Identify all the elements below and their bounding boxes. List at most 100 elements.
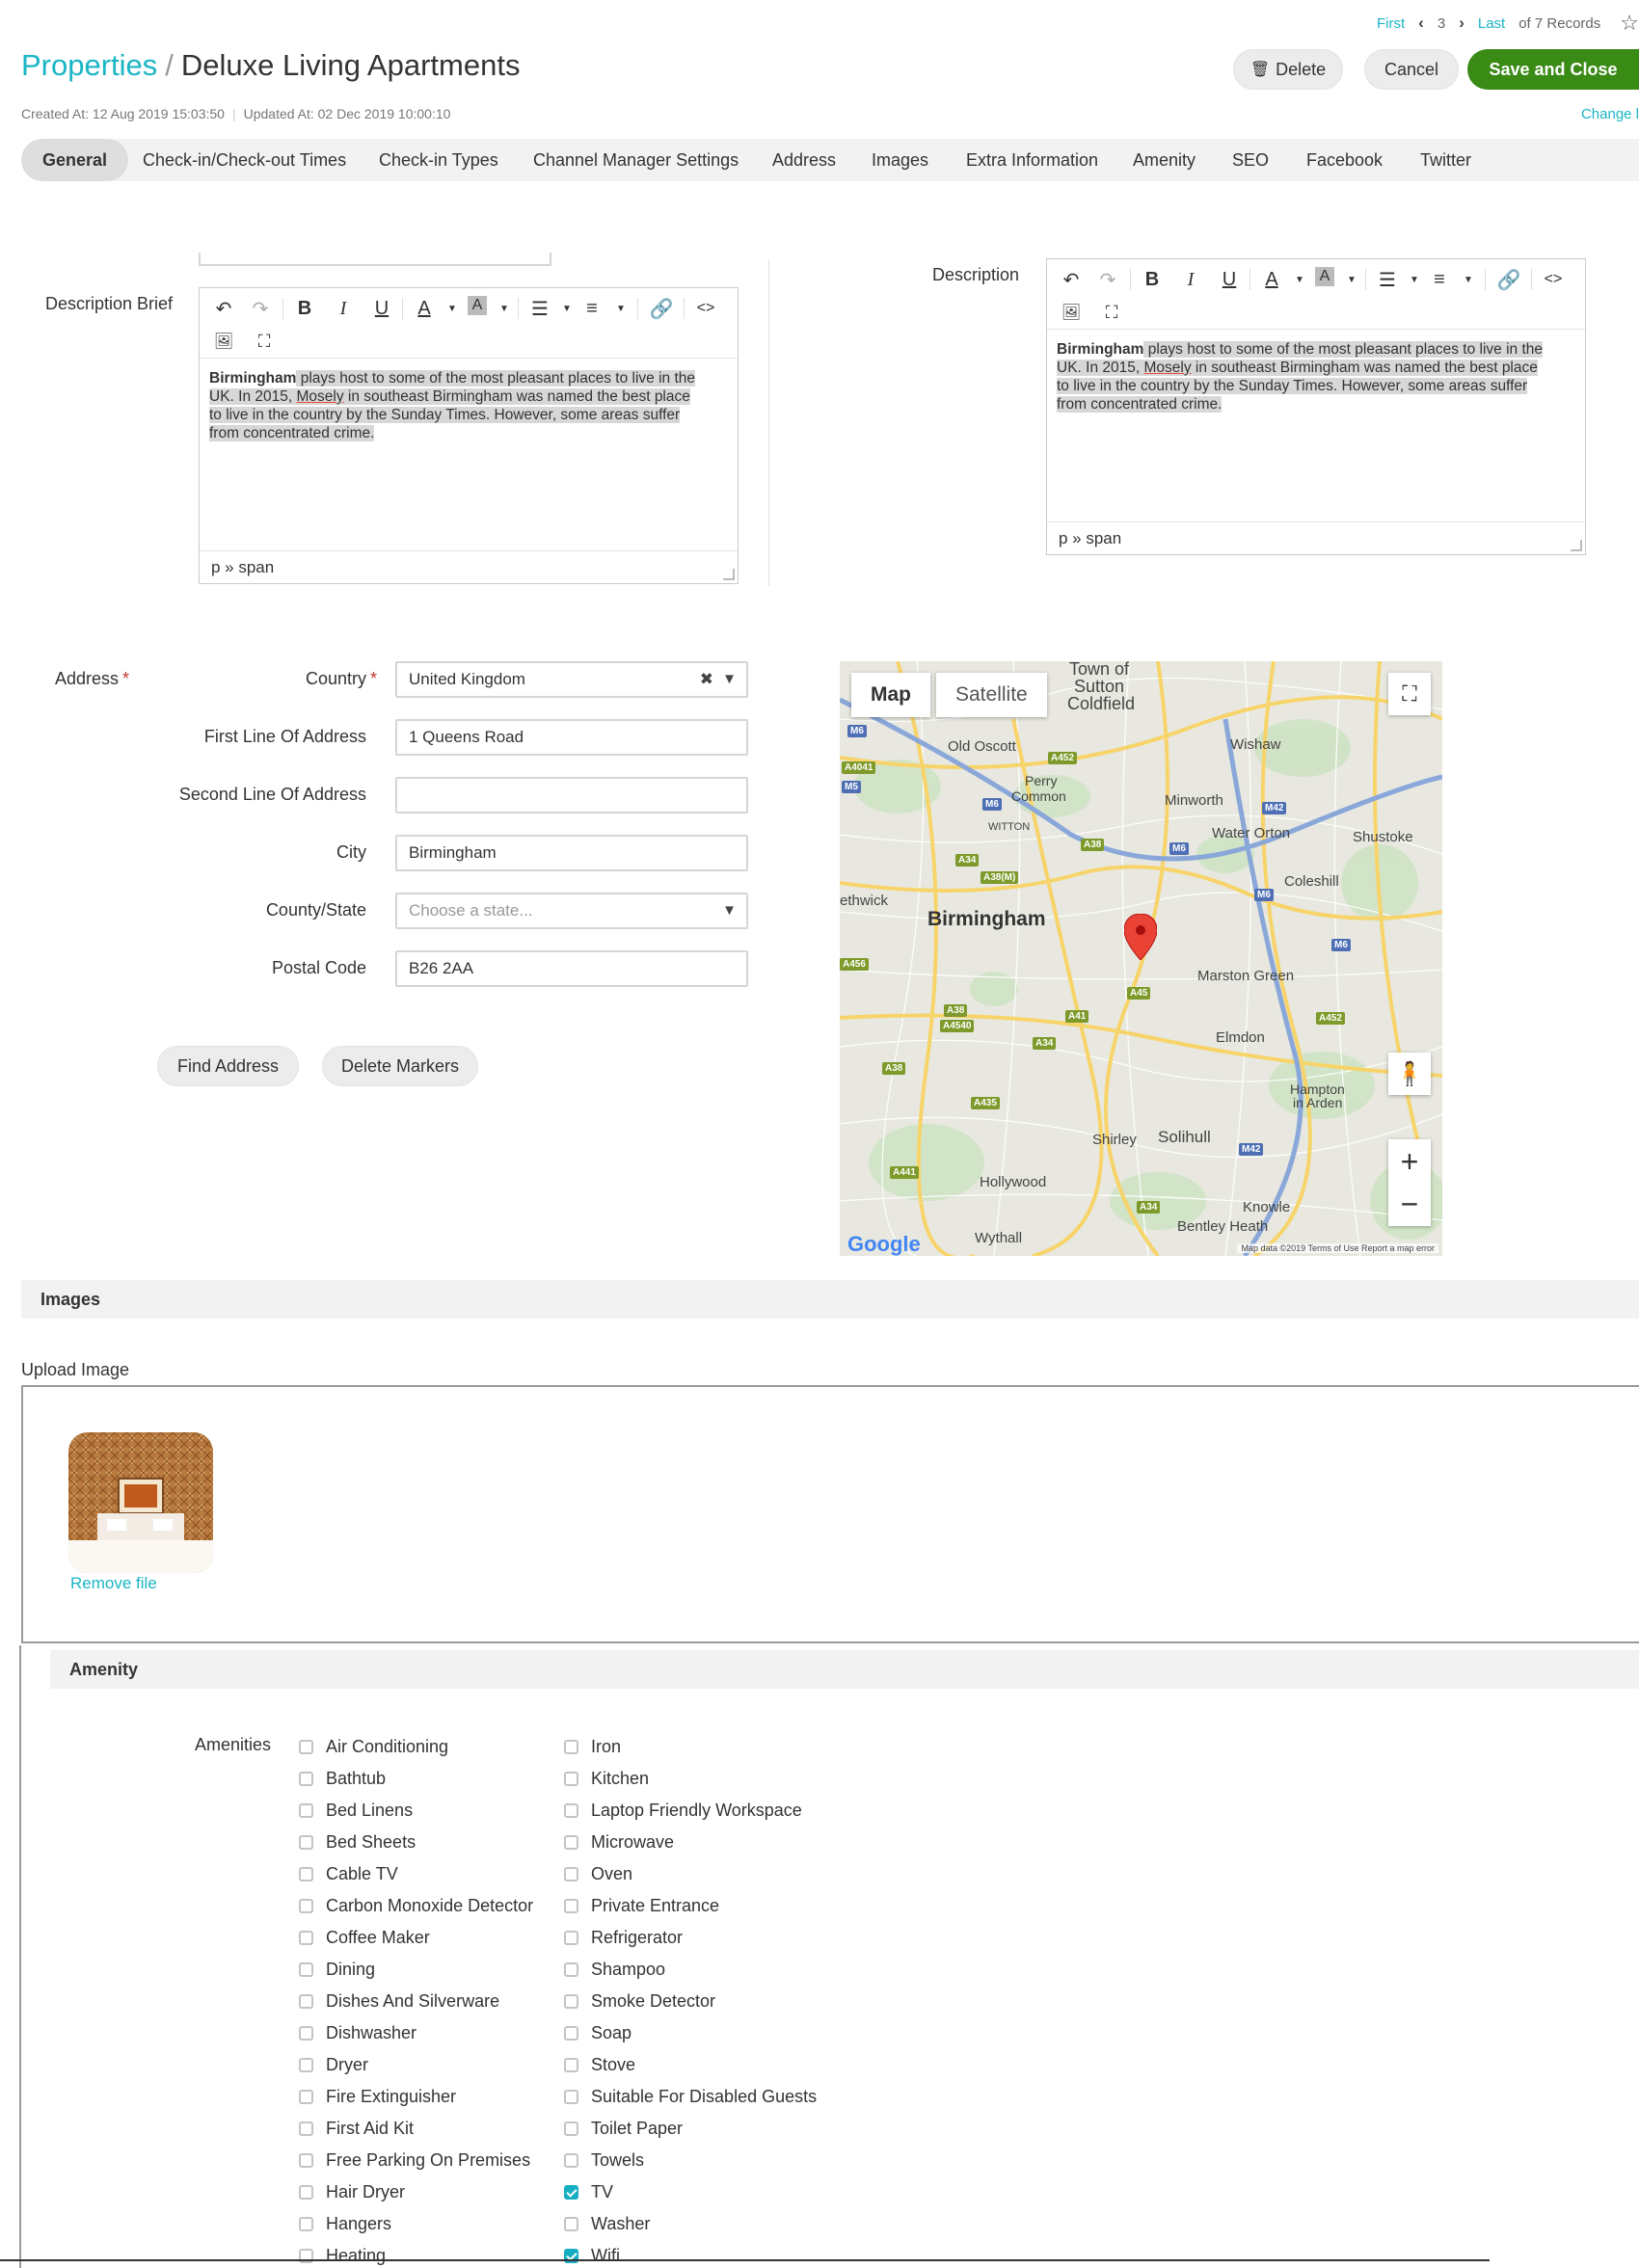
amenity-checkbox[interactable] xyxy=(564,2216,578,2231)
amenity-checkbox[interactable] xyxy=(299,1802,313,1818)
italic-icon[interactable]: I xyxy=(1178,267,1203,292)
amenity-checkbox[interactable] xyxy=(299,1739,313,1754)
tab-amenity[interactable]: Amenity xyxy=(1133,139,1196,181)
resize-handle[interactable] xyxy=(1571,540,1582,551)
first-line-input[interactable]: 1 Queens Road xyxy=(395,719,748,756)
zoom-out-button[interactable]: − xyxy=(1401,1183,1419,1225)
amenity-checkbox[interactable] xyxy=(564,1802,578,1818)
second-line-input[interactable] xyxy=(395,777,748,814)
amenity-item[interactable]: Stove xyxy=(564,2054,635,2075)
chevron-down-icon[interactable]: ▼ xyxy=(722,663,737,696)
map-type-map-tab[interactable]: Map xyxy=(851,673,930,717)
amenity-item[interactable]: Cable TV xyxy=(299,1863,398,1884)
amenity-checkbox[interactable] xyxy=(299,2152,313,2168)
save-and-close-button[interactable]: Save and Close xyxy=(1467,49,1639,90)
link-icon[interactable]: 🔗 xyxy=(649,296,674,321)
clear-icon[interactable]: ✖ xyxy=(700,663,713,696)
amenity-item[interactable]: Dishwasher xyxy=(299,2022,416,2043)
amenity-item[interactable]: Refrigerator xyxy=(564,1927,683,1948)
city-input[interactable]: Birmingham xyxy=(395,835,748,871)
amenity-item[interactable]: Iron xyxy=(564,1736,621,1757)
tab-checkin-types[interactable]: Check-in Types xyxy=(379,139,498,181)
amenity-checkbox[interactable] xyxy=(564,1739,578,1754)
amenity-item[interactable]: Kitchen xyxy=(564,1768,649,1789)
amenity-item[interactable]: TV xyxy=(564,2181,613,2202)
amenity-item[interactable]: Bed Linens xyxy=(299,1800,413,1821)
tab-facebook[interactable]: Facebook xyxy=(1306,139,1383,181)
tab-general[interactable]: General xyxy=(21,139,129,181)
amenity-checkbox[interactable] xyxy=(564,1771,578,1786)
underline-icon[interactable]: U xyxy=(369,296,394,321)
tab-extra-information[interactable]: Extra Information xyxy=(966,139,1098,181)
background-color-icon[interactable]: A xyxy=(1315,267,1334,286)
amenity-checkbox[interactable] xyxy=(564,2057,578,2072)
country-select[interactable]: United Kingdom ✖ ▼ xyxy=(395,661,748,698)
amenity-checkbox[interactable] xyxy=(299,1771,313,1786)
amenity-checkbox[interactable] xyxy=(564,2089,578,2104)
amenity-checkbox[interactable] xyxy=(299,2089,313,2104)
undo-icon[interactable]: ↶ xyxy=(211,296,236,321)
resize-handle[interactable] xyxy=(723,569,735,580)
delete-button[interactable]: 🗑 Delete xyxy=(1233,49,1343,90)
amenity-checkbox[interactable] xyxy=(299,1834,313,1850)
amenity-checkbox[interactable] xyxy=(299,2216,313,2231)
description-editor[interactable]: ↶ ↷ B I U A ▼ A ▼ ☰ ▼ ≡ ▼ 🔗 <> 🖼 ⛶ Birmi… xyxy=(1046,258,1586,555)
amenity-checkbox[interactable] xyxy=(564,2184,578,2200)
image-icon[interactable]: 🖼 xyxy=(1059,300,1084,325)
source-code-icon[interactable]: <> xyxy=(1541,267,1566,292)
cancel-button[interactable]: Cancel xyxy=(1364,49,1459,90)
amenity-checkbox[interactable] xyxy=(299,1961,313,1977)
italic-icon[interactable]: I xyxy=(331,296,356,321)
pegman-icon[interactable]: 🧍 xyxy=(1388,1053,1431,1095)
amenity-item[interactable]: Private Entrance xyxy=(564,1895,719,1916)
amenity-checkbox[interactable] xyxy=(299,2025,313,2041)
amenity-checkbox[interactable] xyxy=(564,1930,578,1945)
map-marker-icon[interactable] xyxy=(1124,914,1157,960)
amenity-item[interactable]: First Aid Kit xyxy=(299,2118,414,2139)
amenity-checkbox[interactable] xyxy=(564,1834,578,1850)
chevron-down-icon[interactable]: ▼ xyxy=(722,894,737,927)
amenity-item[interactable]: Bed Sheets xyxy=(299,1831,416,1853)
bold-icon[interactable]: B xyxy=(1140,267,1165,292)
source-code-icon[interactable]: <> xyxy=(693,296,718,321)
star-icon[interactable]: ☆ xyxy=(1620,11,1639,36)
amenity-checkbox[interactable] xyxy=(299,1930,313,1945)
amenity-item[interactable]: Soap xyxy=(564,2022,631,2043)
uploaded-image-thumbnail[interactable] xyxy=(68,1432,213,1573)
numbered-list-icon[interactable]: ≡ xyxy=(1427,267,1452,292)
amenity-checkbox[interactable] xyxy=(564,2025,578,2041)
image-icon[interactable]: 🖼 xyxy=(211,329,236,354)
amenity-item[interactable]: Laptop Friendly Workspace xyxy=(564,1800,802,1821)
amenity-checkbox[interactable] xyxy=(299,1898,313,1913)
map-attribution[interactable]: Map data ©2019 Terms of Use Report a map… xyxy=(1237,1243,1438,1253)
description-brief-text[interactable]: Birmingham plays host to some of the mos… xyxy=(209,369,724,442)
amenity-item[interactable]: Coffee Maker xyxy=(299,1927,430,1948)
fullscreen-icon[interactable]: ⛶ xyxy=(252,329,277,354)
amenity-checkbox[interactable] xyxy=(299,1993,313,2009)
amenity-item[interactable]: Towels xyxy=(564,2149,644,2171)
tab-checkin-checkout-times[interactable]: Check-in/Check-out Times xyxy=(143,139,346,181)
amenity-item[interactable]: Hair Dryer xyxy=(299,2181,405,2202)
zoom-in-button[interactable]: + xyxy=(1401,1140,1419,1183)
font-color-icon[interactable]: A xyxy=(412,296,437,321)
description-brief-editor[interactable]: ↶ ↷ B I U A ▼ A ▼ ☰ ▼ ≡ ▼ 🔗 <> 🖼 ⛶ Birmi… xyxy=(199,287,739,584)
map-widget[interactable]: Map Satellite ⛶ 🧍 + − Town of Sutton Col… xyxy=(840,661,1442,1256)
find-address-button[interactable]: Find Address xyxy=(157,1046,299,1086)
amenity-checkbox[interactable] xyxy=(564,1993,578,2009)
tab-images[interactable]: Images xyxy=(872,139,928,181)
amenity-item[interactable]: Suitable For Disabled Guests xyxy=(564,2086,817,2107)
numbered-list-icon[interactable]: ≡ xyxy=(579,296,605,321)
amenity-item[interactable]: Microwave xyxy=(564,1831,674,1853)
underline-icon[interactable]: U xyxy=(1217,267,1242,292)
change-link[interactable]: Change l xyxy=(1581,106,1639,122)
amenity-item[interactable]: Bathtub xyxy=(299,1768,386,1789)
redo-icon[interactable]: ↷ xyxy=(248,296,273,321)
amenity-checkbox[interactable] xyxy=(299,2121,313,2136)
tab-channel-manager-settings[interactable]: Channel Manager Settings xyxy=(533,139,739,181)
amenity-checkbox[interactable] xyxy=(299,2057,313,2072)
tab-twitter[interactable]: Twitter xyxy=(1420,139,1471,181)
amenity-checkbox[interactable] xyxy=(564,1898,578,1913)
postal-code-input[interactable]: B26 2AA xyxy=(395,950,748,987)
amenity-checkbox[interactable] xyxy=(564,1866,578,1881)
breadcrumb-properties-link[interactable]: Properties xyxy=(21,48,157,82)
